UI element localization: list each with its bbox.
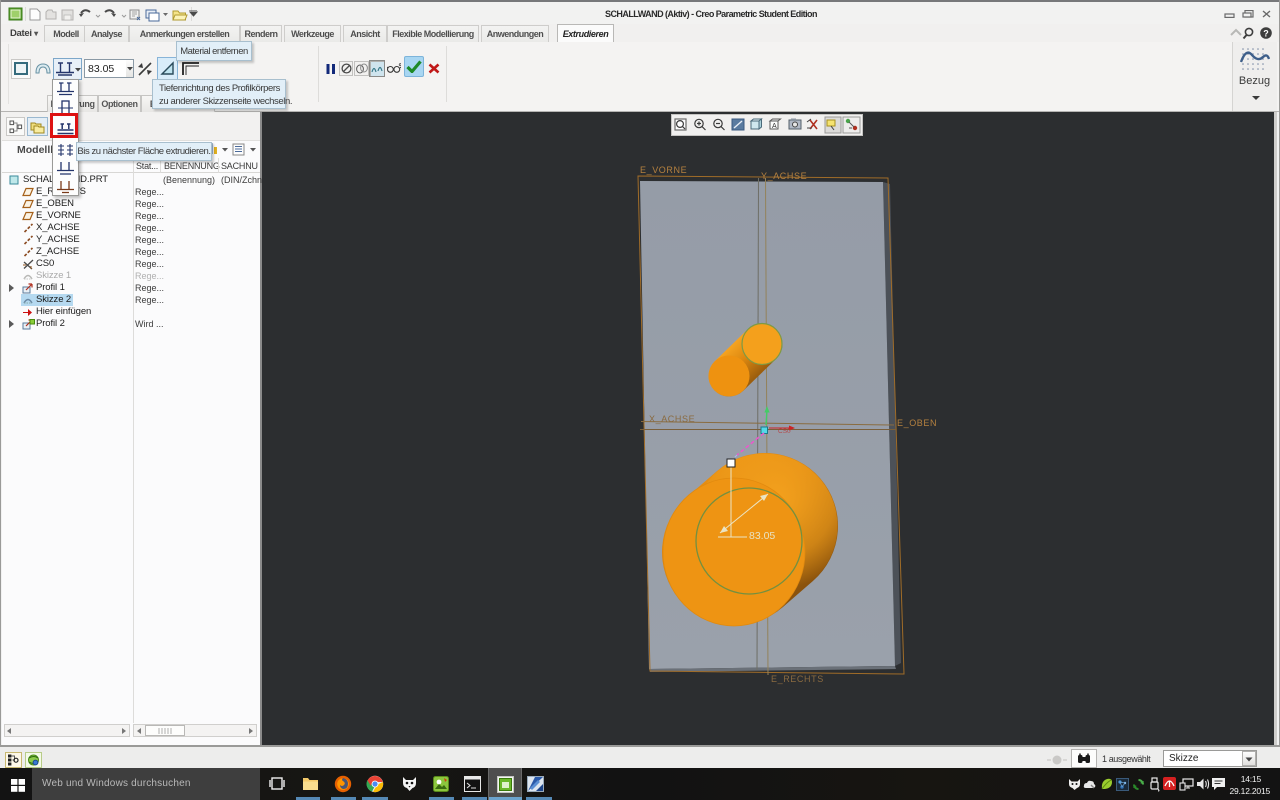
svg-text:A: A [772, 123, 777, 130]
svg-text:Y_ACHSE: Y_ACHSE [761, 171, 807, 181]
svg-text:X_ACHSE: X_ACHSE [649, 414, 695, 424]
svg-text:CS0: CS0 [778, 428, 791, 435]
svg-text:?: ? [1263, 28, 1269, 38]
svg-text:E_RECHTS: E_RECHTS [771, 674, 824, 684]
svg-text:E_OBEN: E_OBEN [897, 418, 937, 428]
svg-text:E_VORNE: E_VORNE [640, 165, 687, 175]
svg-text:83.05: 83.05 [749, 530, 775, 542]
